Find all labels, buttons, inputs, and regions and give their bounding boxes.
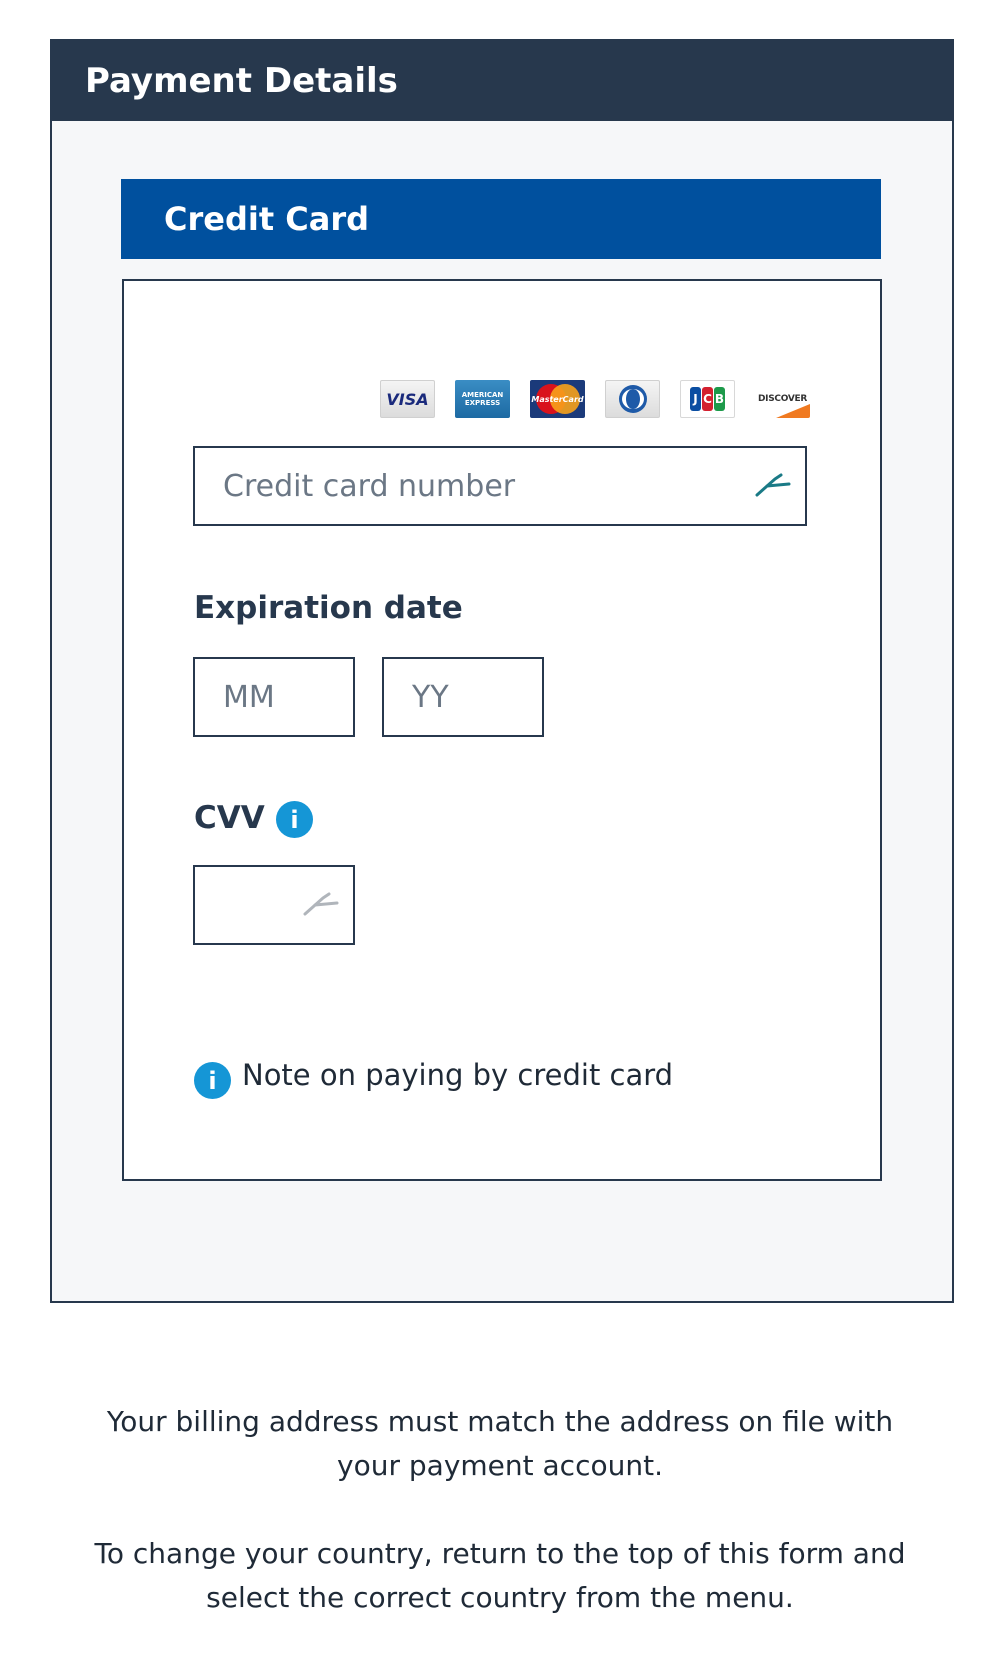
cvv-label: CVV <box>194 800 265 836</box>
cvv-input[interactable] <box>193 865 355 945</box>
expiration-date-label: Expiration date <box>194 590 463 626</box>
credit-card-number-placeholder: Credit card number <box>223 468 516 504</box>
mastercard-logo: MasterCard <box>530 380 585 418</box>
change-country-notice: To change your country, return to the to… <box>94 1537 906 1614</box>
cvv-info-icon[interactable]: i <box>276 801 313 838</box>
expiration-year-input[interactable]: YY <box>382 657 544 737</box>
diners-logo <box>605 380 660 418</box>
visa-logo: VISA <box>380 380 435 418</box>
expiration-month-input[interactable]: MM <box>193 657 355 737</box>
year-placeholder: YY <box>412 679 449 715</box>
note-info-icon[interactable]: i <box>194 1062 231 1099</box>
jcb-logo: JCB <box>680 380 735 418</box>
billing-address-notice: Your billing address must match the addr… <box>106 1405 894 1482</box>
month-placeholder: MM <box>223 679 275 715</box>
panel-title: Payment Details <box>52 41 952 121</box>
autofill-arrow-icon[interactable] <box>753 471 793 501</box>
discover-logo: DISCOVER <box>755 380 810 418</box>
credit-card-number-input[interactable]: Credit card number <box>193 446 807 526</box>
credit-card-header[interactable]: Credit Card <box>121 179 881 259</box>
amex-logo: AMERICAN EXPRESS <box>455 380 510 418</box>
accepted-cards: VISA AMERICAN EXPRESS MasterCard JCB DIS… <box>380 380 810 418</box>
autofill-arrow-icon[interactable] <box>301 890 341 920</box>
credit-card-note-link[interactable]: Note on paying by credit card <box>242 1058 673 1092</box>
